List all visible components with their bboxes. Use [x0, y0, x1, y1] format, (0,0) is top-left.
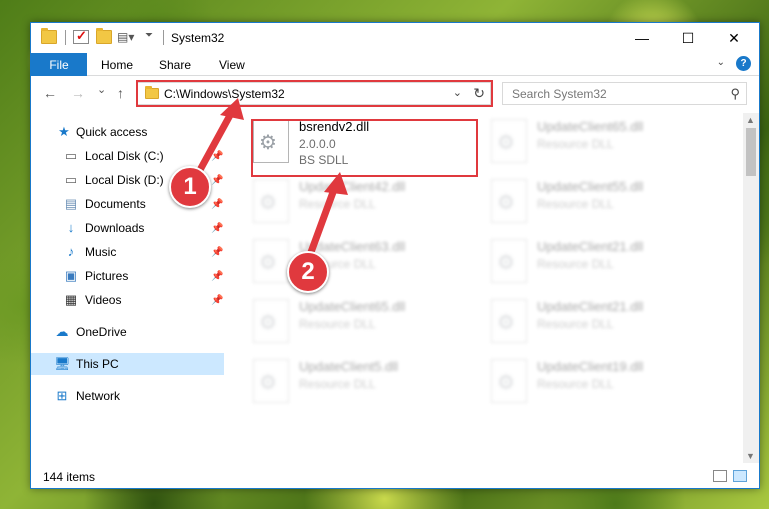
step-badge-2: 2 — [287, 251, 329, 293]
arrow-1 — [196, 98, 244, 174]
annotation-arrows — [196, 98, 348, 259]
step-badge-1: 1 — [169, 166, 211, 208]
arrow-2 — [306, 172, 348, 259]
